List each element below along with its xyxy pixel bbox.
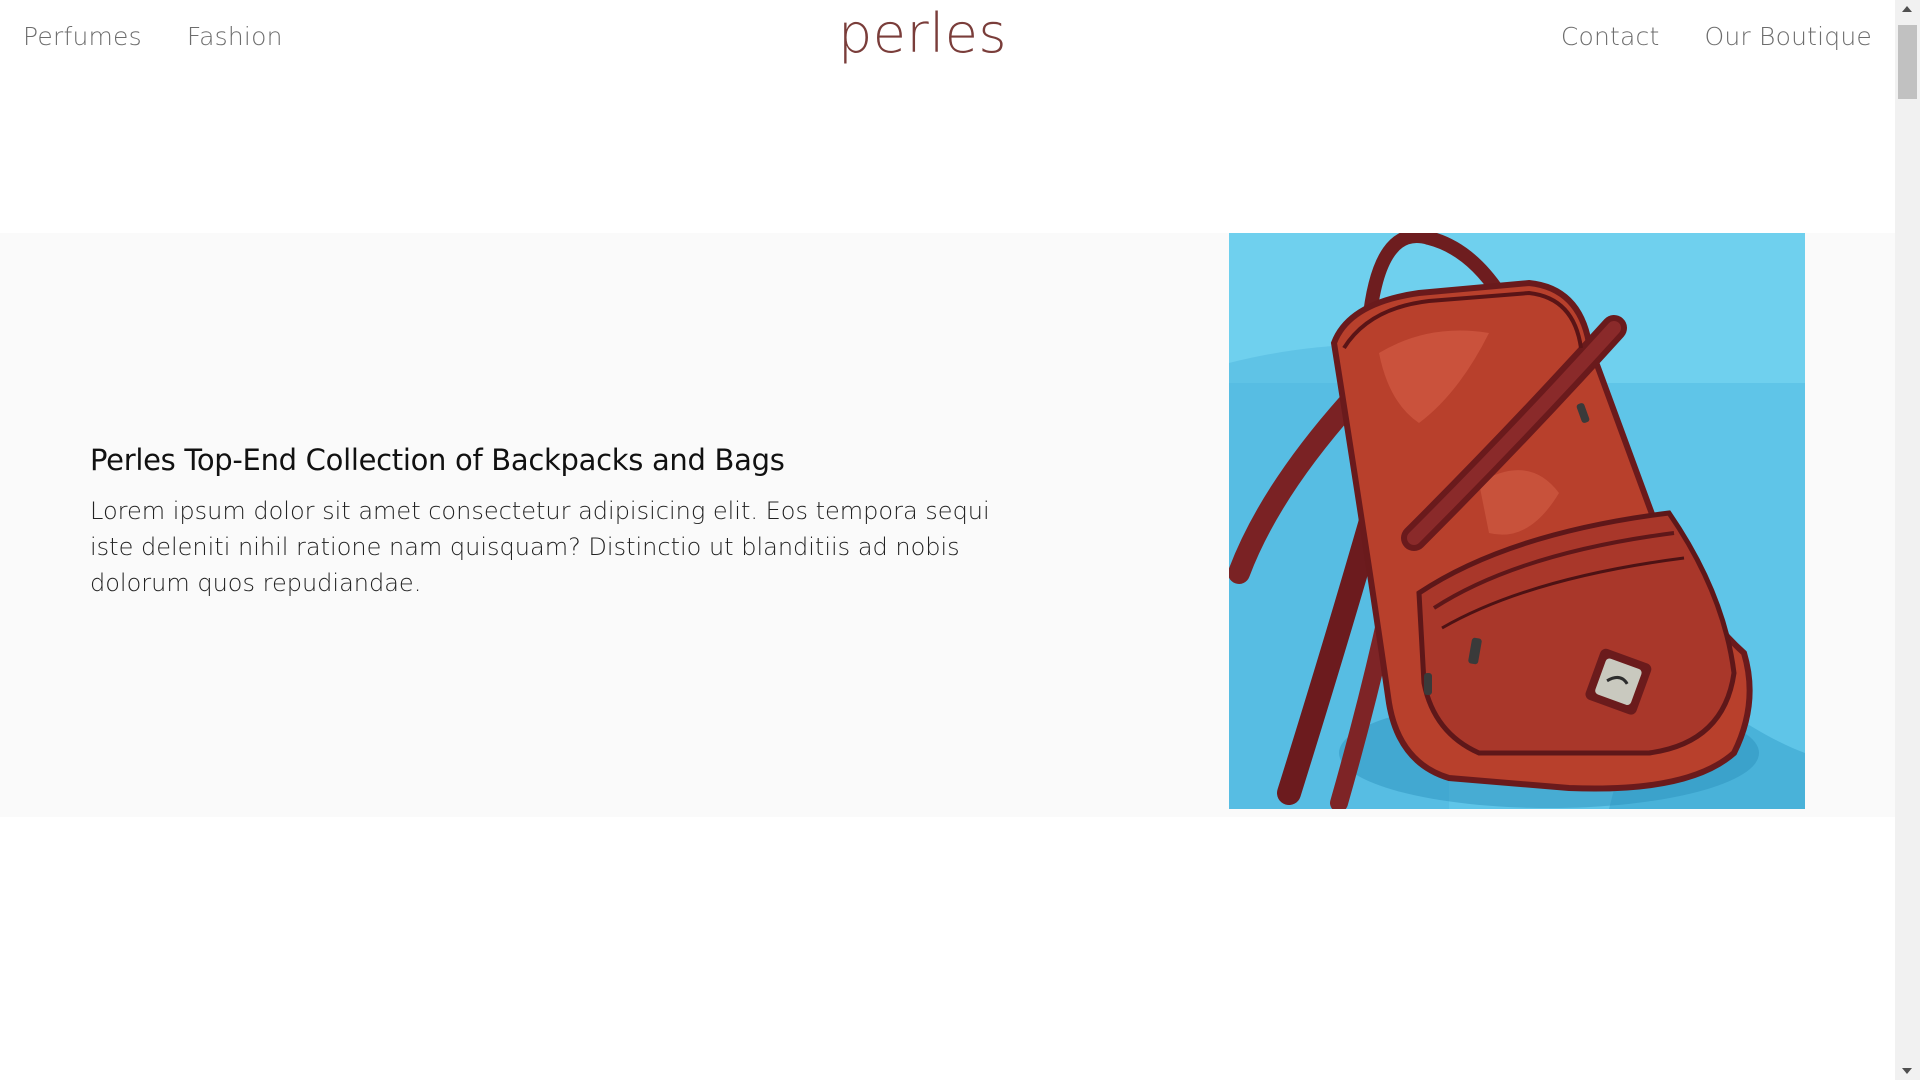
- page-scrollbar[interactable]: [1895, 0, 1920, 1080]
- site-header: Perfumes Fashion perles Contact Our Bout…: [0, 0, 1895, 90]
- nav-link-fashion[interactable]: Fashion: [187, 22, 283, 51]
- scroll-thumb[interactable]: [1898, 25, 1917, 99]
- nav-left: Perfumes Fashion: [23, 22, 283, 51]
- nav-link-perfumes[interactable]: Perfumes: [23, 22, 142, 51]
- nav-right: Contact Our Boutique: [1561, 22, 1872, 51]
- scroll-up-arrow-icon[interactable]: [1902, 6, 1912, 12]
- page: Perfumes Fashion perles Contact Our Bout…: [0, 0, 1920, 1080]
- feature-title: Perles Top-End Collection of Backpacks a…: [90, 443, 785, 477]
- backpack-image: [1229, 233, 1805, 809]
- nav-link-our-boutique[interactable]: Our Boutique: [1704, 22, 1872, 51]
- site-logo[interactable]: perles: [838, 2, 1007, 65]
- scroll-down-arrow-icon[interactable]: [1902, 1068, 1912, 1074]
- feature-text: Perles Top-End Collection of Backpacks a…: [90, 443, 1030, 601]
- feature-description: Lorem ipsum dolor sit amet consectetur a…: [90, 497, 990, 597]
- nav-link-contact[interactable]: Contact: [1561, 22, 1660, 51]
- feature-section: Perles Top-End Collection of Backpacks a…: [0, 233, 1895, 817]
